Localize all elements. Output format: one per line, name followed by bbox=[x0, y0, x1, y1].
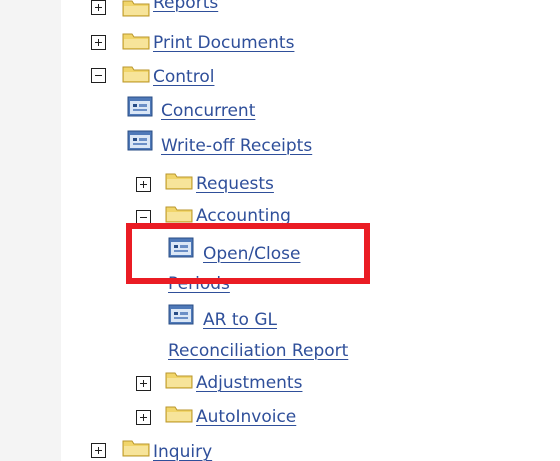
tree-link-adjustments[interactable]: Adjustments bbox=[196, 373, 302, 394]
expand-icon[interactable] bbox=[91, 443, 106, 458]
tree-link-requests[interactable]: Requests bbox=[196, 174, 274, 195]
folder-icon bbox=[122, 440, 150, 457]
tree-link-ar-to-gl-label-line1[interactable]: AR to GL bbox=[203, 310, 277, 331]
tree-link-ar-to-gl-label-line2[interactable]: Reconciliation Report bbox=[168, 341, 348, 362]
tree-link-print-documents[interactable]: Print Documents bbox=[153, 33, 294, 54]
folder-icon bbox=[122, 33, 150, 50]
function-window-icon bbox=[168, 237, 194, 258]
folder-icon bbox=[165, 173, 193, 190]
function-window-icon bbox=[127, 130, 153, 151]
tree-link-reports[interactable]: Reports bbox=[153, 0, 218, 14]
tree-link-concurrent[interactable]: Concurrent bbox=[161, 101, 255, 122]
tree-link-open-close-label-line1[interactable]: Open/Close bbox=[203, 244, 300, 265]
tree-link-write-off-receipts[interactable]: Write-off Receipts bbox=[161, 136, 312, 157]
folder-icon bbox=[122, 66, 150, 83]
collapse-icon[interactable] bbox=[136, 210, 151, 225]
folder-icon bbox=[122, 0, 150, 17]
tree-link-control[interactable]: Control bbox=[153, 67, 214, 88]
folder-icon bbox=[165, 406, 193, 423]
expand-icon[interactable] bbox=[136, 410, 151, 425]
expand-icon[interactable] bbox=[136, 177, 151, 192]
tree-link-inquiry[interactable]: Inquiry bbox=[153, 442, 212, 461]
expand-icon[interactable] bbox=[91, 35, 106, 50]
folder-icon bbox=[165, 372, 193, 389]
tree-link-accounting[interactable]: Accounting bbox=[196, 206, 291, 227]
function-window-icon bbox=[127, 96, 153, 117]
folder-icon bbox=[165, 206, 193, 223]
navigator-tree: Reports Print Documents Control Concurre… bbox=[0, 0, 560, 461]
expand-icon[interactable] bbox=[91, 0, 106, 15]
tree-link-autoinvoice[interactable]: AutoInvoice bbox=[196, 407, 296, 428]
tree-link-open-close-label-line2[interactable]: Periods bbox=[168, 274, 230, 295]
function-window-icon bbox=[168, 304, 194, 325]
tree-left-margin bbox=[0, 0, 61, 461]
collapse-icon[interactable] bbox=[91, 68, 106, 83]
expand-icon[interactable] bbox=[136, 376, 151, 391]
